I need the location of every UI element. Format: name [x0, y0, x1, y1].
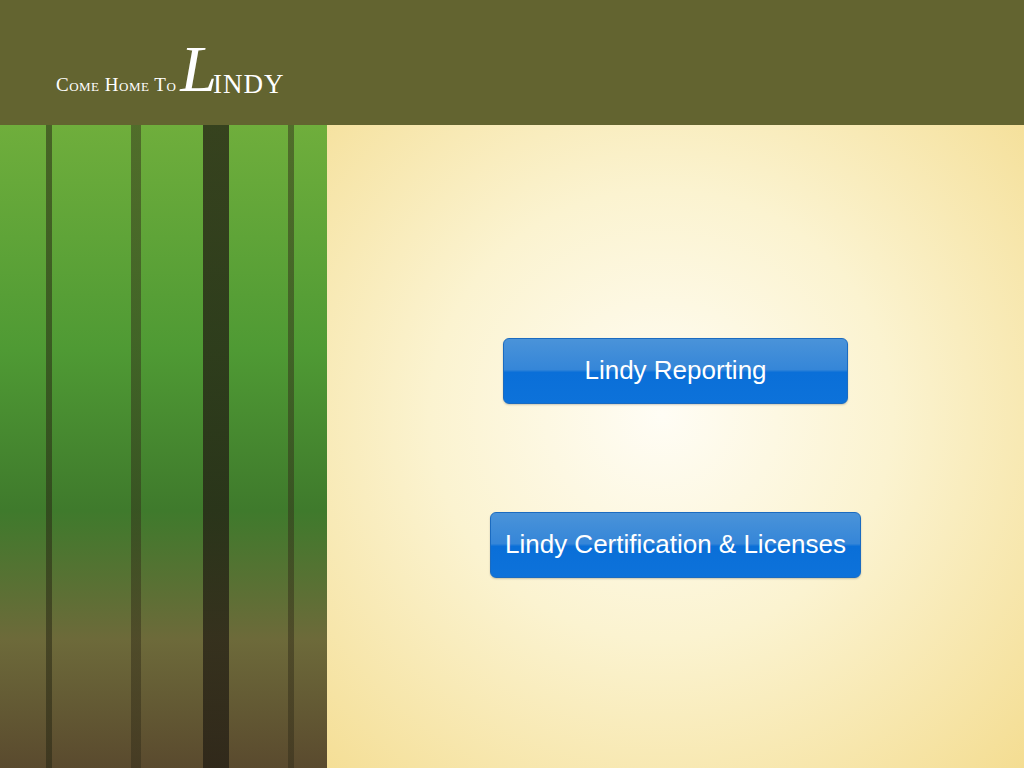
app-window: Come Home ToLINDY Lindy Reporting Lindy C…	[0, 0, 1024, 768]
lindy-logo: Come Home ToLINDY	[56, 36, 285, 102]
logo-initial: L	[180, 36, 217, 102]
header-bar: Come Home ToLINDY	[0, 0, 1024, 125]
logo-prefix: Come Home To	[56, 75, 176, 102]
menu-button[interactable]: Lindy Reporting	[503, 338, 848, 404]
logo-rest: INDY	[213, 71, 285, 102]
forest-photo	[0, 125, 327, 768]
menu-button[interactable]: Lindy Certification & Licenses	[490, 512, 861, 578]
menu-panel: Lindy Reporting Lindy Certification & Lic…	[327, 125, 1024, 768]
